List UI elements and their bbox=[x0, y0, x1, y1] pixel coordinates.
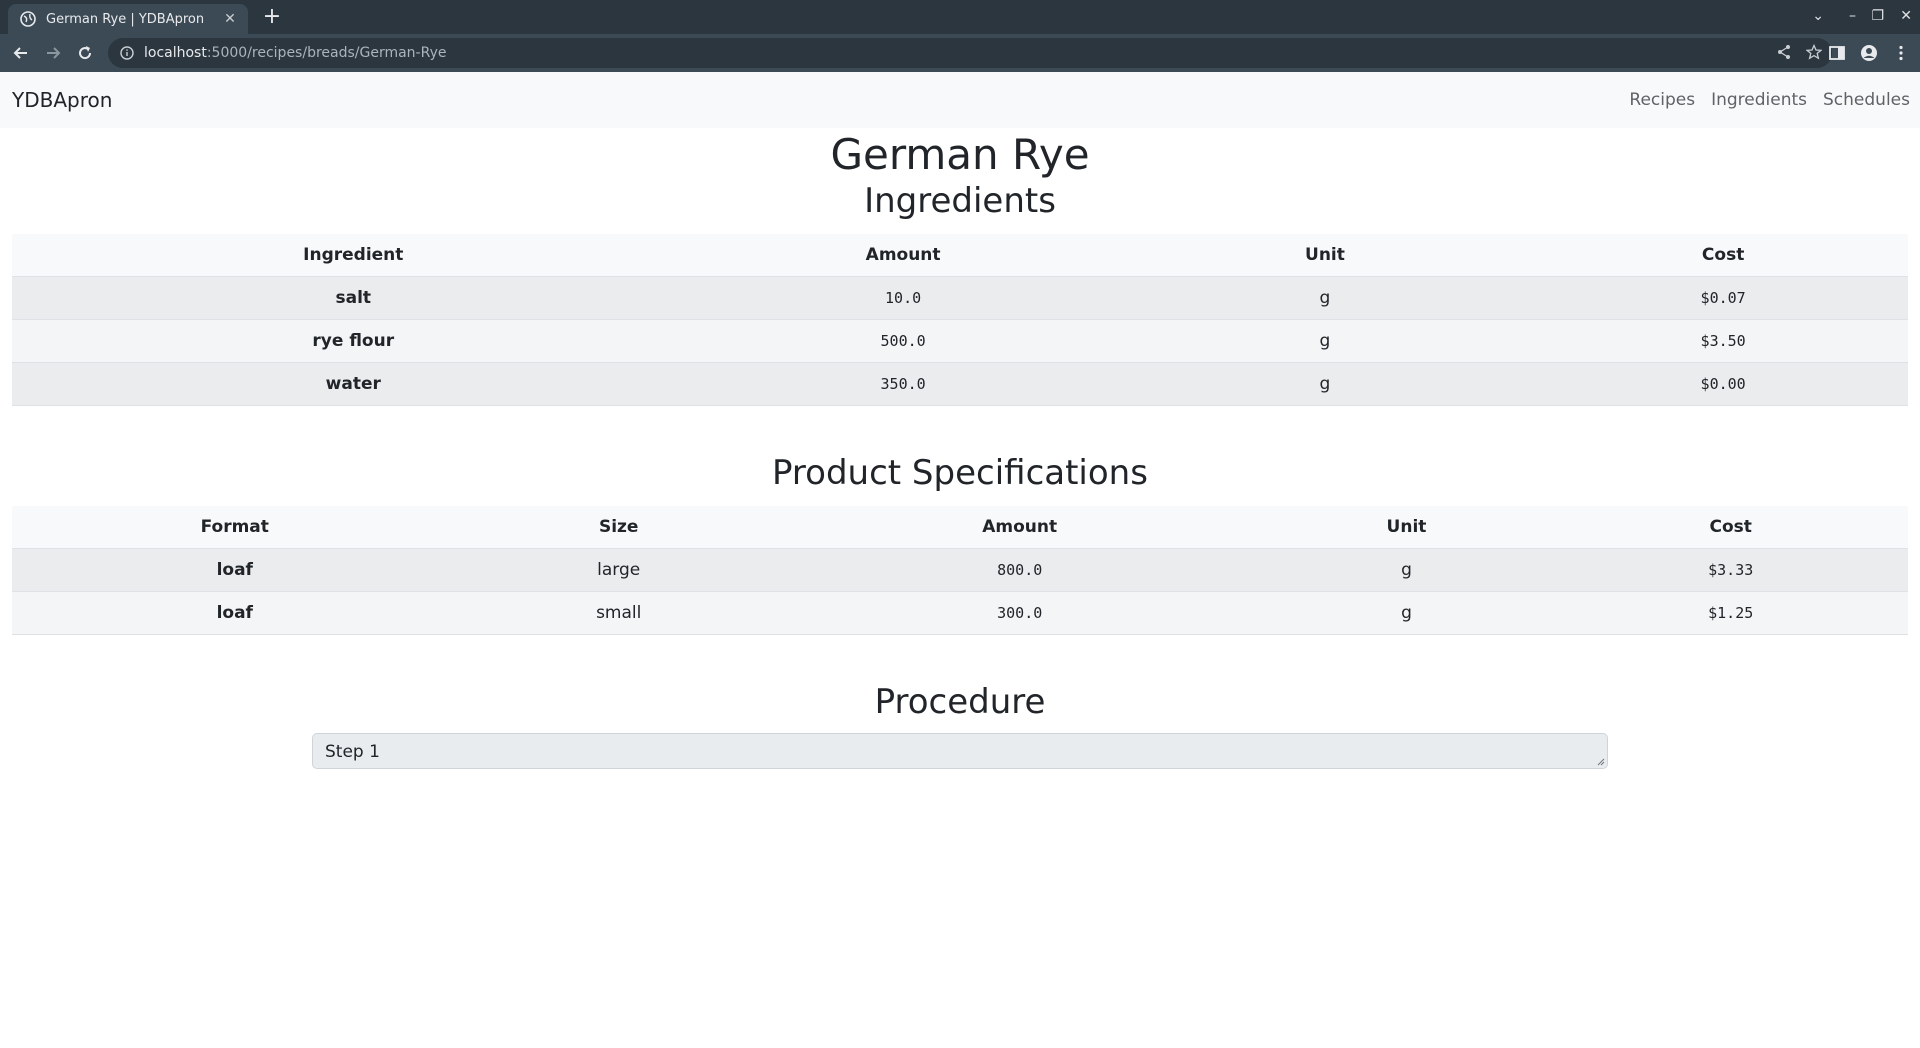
spec-amount: 300.0 bbox=[779, 591, 1260, 635]
ingredient-cost: $3.50 bbox=[1538, 319, 1908, 363]
kebab-menu-icon[interactable] bbox=[1892, 44, 1910, 62]
nav-link-recipes[interactable]: Recipes bbox=[1629, 90, 1695, 110]
browser-tab-strip: German Rye | YDBApron ✕ + ⌄ – ❐ ✕ bbox=[0, 0, 1920, 34]
spec-cost: $1.25 bbox=[1553, 591, 1908, 635]
column-header: Amount bbox=[779, 506, 1260, 549]
nav-links: Recipes Ingredients Schedules bbox=[1613, 72, 1910, 128]
url-host: localhost bbox=[144, 45, 207, 61]
window-close-icon[interactable]: ✕ bbox=[1900, 8, 1912, 24]
profile-icon[interactable] bbox=[1860, 44, 1878, 62]
column-header: Amount bbox=[694, 234, 1112, 277]
resize-grip-icon[interactable] bbox=[1597, 758, 1605, 766]
browser-tab[interactable]: German Rye | YDBApron ✕ bbox=[8, 4, 248, 34]
ingredient-amount: 350.0 bbox=[694, 362, 1112, 406]
ingredient-name: salt bbox=[12, 276, 695, 320]
procedure-step-text: Step 1 bbox=[325, 742, 380, 762]
specs-heading: Product Specifications bbox=[772, 453, 1148, 493]
ingredient-unit: g bbox=[1111, 319, 1539, 363]
ingredients-heading: Ingredients bbox=[864, 181, 1056, 221]
column-header: Ingredient bbox=[12, 234, 695, 277]
spec-amount: 800.0 bbox=[779, 548, 1260, 592]
column-header: Unit bbox=[1259, 506, 1554, 549]
star-icon[interactable] bbox=[1806, 44, 1822, 60]
column-header: Unit bbox=[1111, 234, 1539, 277]
spec-size: small bbox=[457, 591, 780, 635]
table-row: loaf large 800.0 g $3.33 bbox=[12, 548, 1908, 592]
reload-button[interactable] bbox=[70, 38, 100, 68]
side-panel-icon[interactable] bbox=[1828, 44, 1846, 62]
tab-title: German Rye | YDBApron bbox=[46, 11, 205, 27]
info-icon[interactable] bbox=[120, 46, 134, 60]
column-header: Size bbox=[457, 506, 780, 549]
nav-link-ingredients[interactable]: Ingredients bbox=[1711, 90, 1807, 110]
url-text: localhost:5000/recipes/breads/German-Rye bbox=[144, 45, 446, 61]
globe-icon bbox=[20, 11, 36, 27]
ingredient-cost: $0.07 bbox=[1538, 276, 1908, 320]
column-header: Cost bbox=[1553, 506, 1908, 549]
spec-unit: g bbox=[1259, 591, 1554, 635]
spec-format: loaf bbox=[12, 548, 458, 592]
table-row: loaf small 300.0 g $1.25 bbox=[12, 591, 1908, 635]
ingredient-unit: g bbox=[1111, 362, 1539, 406]
tab-search-icon[interactable]: ⌄ bbox=[1812, 8, 1824, 24]
browser-toolbar: localhost:5000/recipes/breads/German-Rye bbox=[0, 34, 1920, 72]
column-header: Format bbox=[12, 506, 458, 549]
table-row: salt 10.0 g $0.07 bbox=[12, 276, 1908, 320]
ingredient-unit: g bbox=[1111, 276, 1539, 320]
back-arrow-icon bbox=[13, 47, 27, 59]
restore-icon[interactable]: ❐ bbox=[1871, 8, 1884, 24]
site-navbar: YDBApron Recipes Ingredients Schedules bbox=[0, 72, 1920, 128]
forward-arrow-icon bbox=[47, 47, 61, 59]
spec-size: large bbox=[457, 548, 780, 592]
procedure-heading: Procedure bbox=[874, 682, 1046, 722]
column-header: Cost bbox=[1538, 234, 1908, 277]
new-tab-button[interactable]: + bbox=[260, 5, 284, 29]
ingredient-amount: 10.0 bbox=[694, 276, 1112, 320]
ingredient-name: water bbox=[12, 362, 695, 406]
table-header-row: Ingredient Amount Unit Cost bbox=[12, 234, 1908, 277]
ingredient-amount: 500.0 bbox=[694, 319, 1112, 363]
forward-button[interactable] bbox=[38, 38, 68, 68]
nav-link-schedules[interactable]: Schedules bbox=[1823, 90, 1910, 110]
table-header-row: Format Size Amount Unit Cost bbox=[12, 506, 1908, 549]
ingredients-table: Ingredient Amount Unit Cost salt 10.0 g … bbox=[12, 234, 1908, 406]
back-button[interactable] bbox=[6, 38, 36, 68]
minimize-icon[interactable]: – bbox=[1849, 8, 1856, 24]
table-row: water 350.0 g $0.00 bbox=[12, 362, 1908, 406]
url-path: :5000/recipes/breads/German-Rye bbox=[206, 45, 447, 61]
spec-cost: $3.33 bbox=[1553, 548, 1908, 592]
reload-icon bbox=[79, 46, 92, 60]
brand-logo[interactable]: YDBApron bbox=[12, 88, 112, 112]
spec-unit: g bbox=[1259, 548, 1554, 592]
main-content: German Rye Ingredients Ingredient Amount… bbox=[0, 130, 1920, 769]
page-title: German Rye bbox=[830, 130, 1090, 179]
tab-close-icon[interactable]: ✕ bbox=[222, 11, 238, 27]
ingredient-name: rye flour bbox=[12, 319, 695, 363]
procedure-step-textarea[interactable]: Step 1 bbox=[312, 733, 1608, 769]
product-specs-table: Format Size Amount Unit Cost loaf large … bbox=[12, 506, 1908, 635]
share-icon[interactable] bbox=[1776, 44, 1792, 60]
address-bar[interactable]: localhost:5000/recipes/breads/German-Rye bbox=[108, 38, 1832, 68]
spec-format: loaf bbox=[12, 591, 458, 635]
table-row: rye flour 500.0 g $3.50 bbox=[12, 319, 1908, 363]
ingredient-cost: $0.00 bbox=[1538, 362, 1908, 406]
